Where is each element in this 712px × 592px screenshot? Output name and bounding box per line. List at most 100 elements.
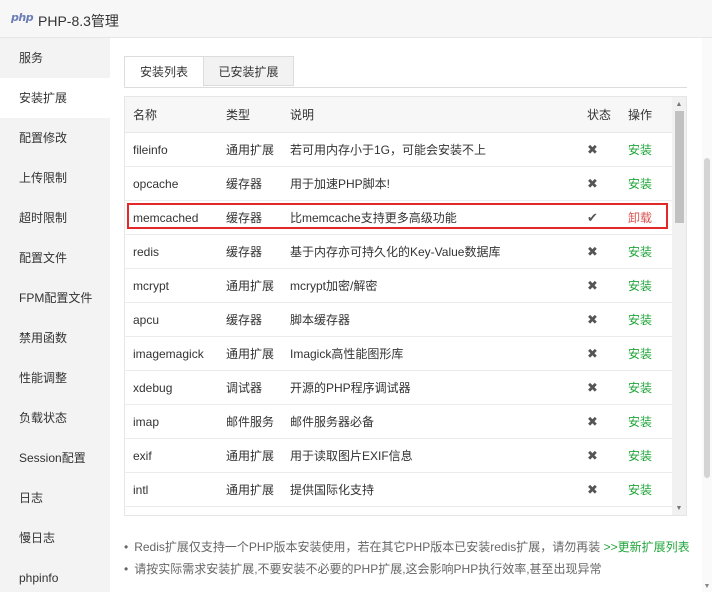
page-scrollbar[interactable]: ▼ <box>702 38 712 592</box>
sidebar-item-phpinfo[interactable]: phpinfo <box>0 558 110 592</box>
install-button[interactable]: 安装 <box>628 235 652 268</box>
install-button[interactable]: 安装 <box>628 167 652 200</box>
ext-type: 通用扩展 <box>226 449 275 463</box>
note-item: • 请按实际需求安装扩展,不要安装不必要的PHP扩展,这会影响PHP执行效率,甚至… <box>124 558 690 580</box>
ext-type: 调试器 <box>226 381 263 395</box>
ext-description: 基于内存亦可持久化的Key-Value数据库 <box>290 245 501 259</box>
tab-installed-extensions[interactable]: 已安装扩展 <box>204 56 294 86</box>
table-header: 名称 类型 说明 状态 操作 <box>125 97 673 133</box>
sidebar-item-fpm-config-file[interactable]: FPM配置文件 <box>0 278 110 318</box>
ext-type: 缓存器 <box>226 177 263 191</box>
ext-name: exif <box>133 448 152 463</box>
sidebar-item-performance[interactable]: 性能调整 <box>0 358 110 398</box>
sidebar-item-service[interactable]: 服务 <box>0 38 110 78</box>
ext-name: intl <box>133 482 149 497</box>
ext-description: mcrypt加密/解密 <box>290 279 378 293</box>
ext-name: imagemagick <box>133 346 204 361</box>
sidebar-item-timeout-limit[interactable]: 超时限制 <box>0 198 110 238</box>
title-bar: php PHP-8.3管理 <box>0 0 712 38</box>
sidebar: 服务 安装扩展 配置修改 上传限制 超时限制 配置文件 FPM配置文件 禁用函数… <box>0 38 110 592</box>
ext-description: 若可用内存小于1G，可能会安装不上 <box>290 143 487 157</box>
ext-type: 邮件服务 <box>226 415 275 429</box>
update-extension-list-link[interactable]: >>更新扩展列表 <box>604 540 690 554</box>
installed-check-icon: ✔ <box>587 209 598 225</box>
page-scroll-down-icon[interactable]: ▼ <box>702 583 712 590</box>
install-button[interactable]: 安装 <box>628 371 652 404</box>
header-name: 名称 <box>133 108 158 122</box>
scroll-down-icon[interactable]: ▼ <box>672 501 686 515</box>
not-installed-icon: ✖ <box>587 141 598 157</box>
ext-name: mcrypt <box>133 278 169 293</box>
header-description: 说明 <box>290 108 315 122</box>
header-type: 类型 <box>226 108 251 122</box>
ext-type: 通用扩展 <box>226 347 275 361</box>
not-installed-icon: ✖ <box>587 243 598 259</box>
install-button[interactable]: 安装 <box>628 269 652 302</box>
sidebar-item-disabled-functions[interactable]: 禁用函数 <box>0 318 110 358</box>
table-scrollbar[interactable]: ▲ ▼ <box>672 97 686 515</box>
not-installed-icon: ✖ <box>587 379 598 395</box>
php-logo-icon: php <box>11 11 34 24</box>
ext-description: 用于读取图片EXIF信息 <box>290 449 413 463</box>
sidebar-item-config-file[interactable]: 配置文件 <box>0 238 110 278</box>
bullet-icon: • <box>124 562 129 576</box>
ext-type: 缓存器 <box>226 211 263 225</box>
php-manager-window: php PHP-8.3管理 服务 安装扩展 配置修改 上传限制 超时限制 配置文… <box>0 0 712 592</box>
sidebar-item-session-config[interactable]: Session配置 <box>0 438 110 478</box>
ext-name: redis <box>133 244 160 259</box>
scroll-thumb[interactable] <box>675 111 684 223</box>
install-button[interactable]: 安装 <box>628 337 652 370</box>
table-row: mcrypt 通用扩展 mcrypt加密/解密 ✖ 安装 <box>125 269 673 303</box>
ext-name: opcache <box>133 176 179 191</box>
table-row: xdebug 调试器 开源的PHP程序调试器 ✖ 安装 <box>125 371 673 405</box>
page-scroll-thumb[interactable] <box>704 158 710 478</box>
note-item: • Redis扩展仅支持一个PHP版本安装使用，若在其它PHP版本已安装redis… <box>124 536 690 558</box>
table-row: imap 邮件服务 邮件服务器必备 ✖ 安装 <box>125 405 673 439</box>
table-row: apcu 缓存器 脚本缓存器 ✖ 安装 <box>125 303 673 337</box>
not-installed-icon: ✖ <box>587 345 598 361</box>
install-button[interactable]: 安装 <box>628 133 652 166</box>
notes-list: • Redis扩展仅支持一个PHP版本安装使用，若在其它PHP版本已安装redis… <box>124 536 690 580</box>
uninstall-button[interactable]: 卸载 <box>628 201 652 234</box>
extensions-table: 名称 类型 说明 状态 操作 fileinfo 通用扩展 若可用内存小于1G，可… <box>124 96 687 516</box>
ext-name: imap <box>133 414 160 429</box>
tab-bar: 安装列表 已安装扩展 <box>124 56 687 88</box>
header-status: 状态 <box>587 108 612 122</box>
sidebar-item-slow-log[interactable]: 慢日志 <box>0 518 110 558</box>
ext-type: 缓存器 <box>226 245 263 259</box>
not-installed-icon: ✖ <box>587 175 598 191</box>
note-text: Redis扩展仅支持一个PHP版本安装使用，若在其它PHP版本已安装redis扩… <box>134 540 601 554</box>
ext-name: fileinfo <box>133 142 168 157</box>
scroll-up-icon[interactable]: ▲ <box>672 97 686 111</box>
window-title: PHP-8.3管理 <box>38 13 119 29</box>
not-installed-icon: ✖ <box>587 277 598 293</box>
not-installed-icon: ✖ <box>587 447 598 463</box>
sidebar-item-upload-limit[interactable]: 上传限制 <box>0 158 110 198</box>
not-installed-icon: ✖ <box>587 481 598 497</box>
install-button[interactable]: 安装 <box>628 439 652 472</box>
bullet-icon: • <box>124 540 129 554</box>
table-row: fileinfo 通用扩展 若可用内存小于1G，可能会安装不上 ✖ 安装 <box>125 133 673 167</box>
ext-description: 用于加速PHP脚本! <box>290 177 391 191</box>
ext-type: 缓存器 <box>226 313 263 327</box>
sidebar-item-config-modify[interactable]: 配置修改 <box>0 118 110 158</box>
sidebar-item-install-extensions[interactable]: 安装扩展 <box>0 78 110 118</box>
ext-description: Imagick高性能图形库 <box>290 347 404 361</box>
ext-description: 脚本缓存器 <box>290 313 351 327</box>
table-row: exif 通用扩展 用于读取图片EXIF信息 ✖ 安装 <box>125 439 673 473</box>
table-row: imagemagick 通用扩展 Imagick高性能图形库 ✖ 安装 <box>125 337 673 371</box>
ext-description: 邮件服务器必备 <box>290 415 375 429</box>
note-text: 请按实际需求安装扩展,不要安装不必要的PHP扩展,这会影响PHP执行效率,甚至出… <box>134 562 602 576</box>
install-button[interactable]: 安装 <box>628 303 652 336</box>
tab-install-list[interactable]: 安装列表 <box>124 56 204 87</box>
install-button[interactable]: 安装 <box>628 405 652 438</box>
sidebar-item-load-status[interactable]: 负载状态 <box>0 398 110 438</box>
ext-description: 提供国际化支持 <box>290 483 375 497</box>
install-button[interactable]: 安装 <box>628 473 652 506</box>
sidebar-item-log[interactable]: 日志 <box>0 478 110 518</box>
ext-type: 通用扩展 <box>226 143 275 157</box>
ext-description: 开源的PHP程序调试器 <box>290 381 411 395</box>
ext-name: memcached <box>133 210 199 225</box>
not-installed-icon: ✖ <box>587 311 598 327</box>
not-installed-icon: ✖ <box>587 413 598 429</box>
